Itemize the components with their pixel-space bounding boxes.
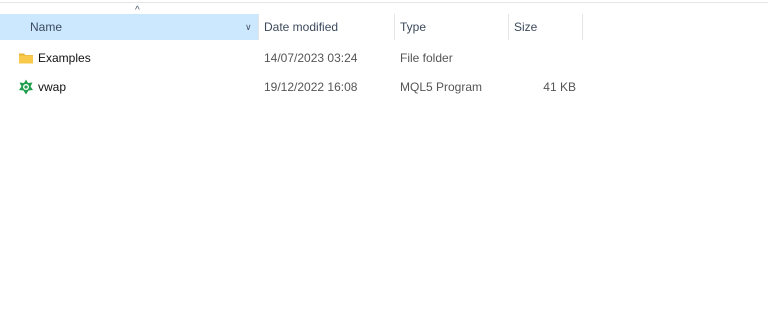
file-type: File folder: [400, 51, 453, 65]
column-separator[interactable]: [582, 14, 583, 40]
column-separator[interactable]: [394, 14, 395, 40]
column-header-name-label: Name: [30, 20, 63, 34]
column-separator[interactable]: [508, 14, 509, 40]
column-header-type[interactable]: Type: [400, 14, 508, 40]
column-header-size-label: Size: [514, 20, 538, 34]
sort-ascending-icon: ^: [135, 5, 140, 16]
column-header-date-label: Date modified: [264, 20, 339, 34]
window-top-border: [0, 0, 768, 3]
file-row-vwap[interactable]: vwap 19/12/2022 16:08 MQL5 Program 41 KB: [0, 76, 768, 98]
column-header-name[interactable]: Name ^ ∨: [0, 5, 258, 40]
file-name: Examples: [38, 51, 91, 65]
file-date-modified: 14/07/2023 03:24: [264, 51, 358, 65]
file-row-examples[interactable]: Examples 14/07/2023 03:24 File folder: [0, 47, 768, 69]
column-header-date-modified[interactable]: Date modified: [264, 14, 394, 40]
file-size: 41 KB: [543, 80, 576, 94]
mql5-program-icon: [18, 79, 34, 95]
file-name: vwap: [38, 80, 67, 94]
file-type: MQL5 Program: [400, 80, 483, 94]
file-size: [514, 47, 576, 69]
file-date-modified: 19/12/2022 16:08: [264, 80, 358, 94]
column-filter-chevron-icon[interactable]: ∨: [245, 14, 252, 40]
column-header-size[interactable]: Size: [514, 14, 582, 40]
folder-icon: [18, 50, 34, 66]
column-header-type-label: Type: [400, 20, 427, 34]
column-separator[interactable]: [258, 14, 259, 40]
column-header-bar: Name ^ ∨ Date modified Type Size: [0, 5, 768, 40]
